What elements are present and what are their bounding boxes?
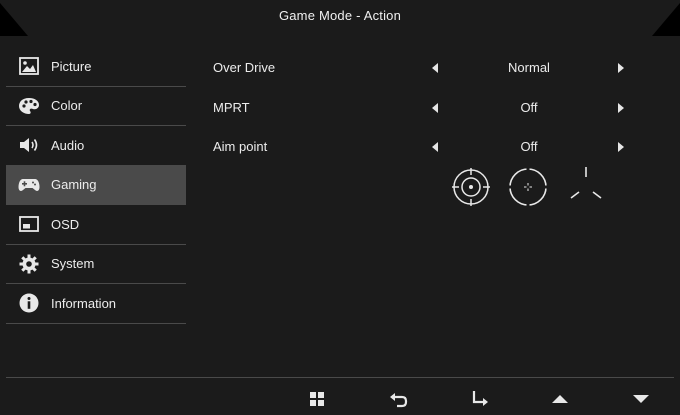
back-icon[interactable] <box>386 388 410 410</box>
arrow-right-icon[interactable] <box>618 142 624 152</box>
sidebar-item-osd[interactable]: OSD <box>6 205 186 245</box>
sidebar: Picture Color Audio Gaming OSD System In… <box>6 47 186 324</box>
sidebar-item-label: Color <box>51 98 83 114</box>
setting-label: Aim point <box>213 139 268 154</box>
enter-icon[interactable] <box>468 388 492 410</box>
sidebar-item-label: Picture <box>51 58 92 74</box>
osd-window-icon <box>17 212 41 236</box>
arrow-left-icon[interactable] <box>432 102 438 113</box>
gaming-settings: Over Drive Normal MPRT Off Aim point Off <box>213 48 633 167</box>
setting-over-drive[interactable]: Over Drive Normal <box>213 48 633 88</box>
sidebar-item-label: System <box>51 256 95 272</box>
arrow-left-icon[interactable] <box>432 142 438 152</box>
picture-icon <box>17 54 41 78</box>
arrow-right-icon[interactable] <box>618 102 624 113</box>
sidebar-item-system[interactable]: System <box>6 245 186 284</box>
arrow-right-icon[interactable] <box>618 63 624 73</box>
setting-aim-point[interactable]: Aim point Off <box>213 127 633 167</box>
crosshair-dot-circle-icon[interactable] <box>508 167 548 207</box>
gamepad-icon <box>17 173 41 197</box>
setting-mprt[interactable]: MPRT Off <box>213 88 633 128</box>
setting-value: Off <box>520 139 538 154</box>
crosshair-circle-icon[interactable] <box>451 167 491 207</box>
setting-label: MPRT <box>213 99 250 115</box>
menu-grid-icon[interactable] <box>305 388 329 410</box>
sidebar-item-label: OSD <box>51 216 80 232</box>
sidebar-item-label: Gaming <box>51 177 97 193</box>
page-title: Game Mode - Action <box>278 8 402 23</box>
down-icon[interactable] <box>629 388 653 410</box>
sidebar-item-color[interactable]: Color <box>6 87 186 126</box>
sidebar-item-label: Audio <box>51 137 85 153</box>
palette-icon <box>17 94 41 118</box>
arrow-left-icon[interactable] <box>432 63 438 73</box>
title-bar: Game Mode - Action <box>0 0 680 36</box>
setting-label: Over Drive <box>213 60 276 75</box>
sidebar-item-audio[interactable]: Audio <box>6 126 186 166</box>
bottom-divider <box>6 377 674 378</box>
up-icon[interactable] <box>548 388 572 410</box>
gear-icon <box>17 252 41 276</box>
speaker-icon <box>17 133 41 157</box>
sidebar-item-label: Information <box>51 295 117 311</box>
crosshair-tri-icon[interactable] <box>566 165 606 205</box>
setting-value: Off <box>520 99 538 115</box>
sidebar-item-information[interactable]: Information <box>6 284 186 324</box>
osd-panel: Picture Color Audio Gaming OSD System In… <box>0 36 680 415</box>
sidebar-item-picture[interactable]: Picture <box>6 47 186 87</box>
setting-value: Normal <box>508 60 550 75</box>
info-icon <box>17 291 41 315</box>
sidebar-item-gaming[interactable]: Gaming <box>6 165 186 205</box>
